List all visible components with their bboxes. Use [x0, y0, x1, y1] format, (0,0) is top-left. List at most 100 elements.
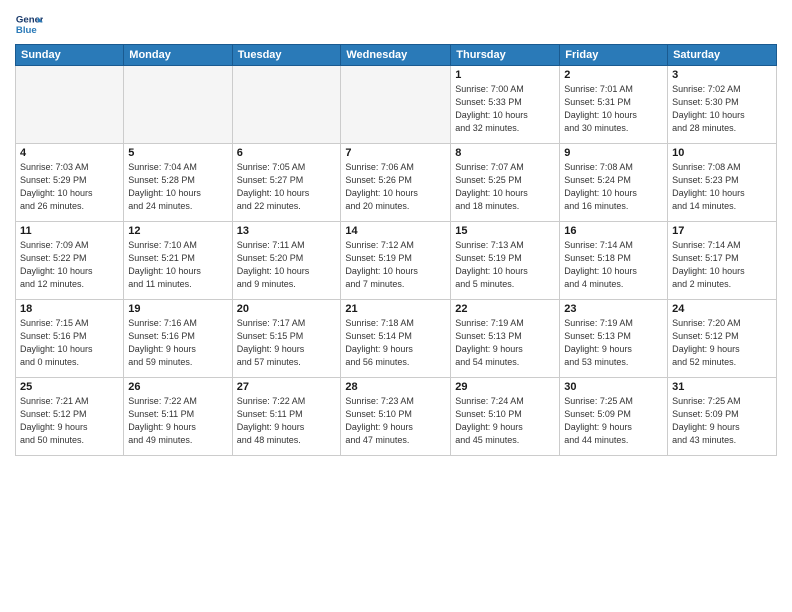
svg-text:Blue: Blue — [16, 25, 37, 36]
day-number: 27 — [237, 381, 337, 393]
day-number: 31 — [672, 381, 772, 393]
day-number: 2 — [564, 69, 663, 81]
calendar-cell: 13Sunrise: 7:11 AM Sunset: 5:20 PM Dayli… — [232, 222, 341, 300]
day-number: 15 — [455, 225, 555, 237]
day-info: Sunrise: 7:11 AM Sunset: 5:20 PM Dayligh… — [237, 239, 337, 291]
day-number: 20 — [237, 303, 337, 315]
weekday-header-monday: Monday — [124, 45, 232, 66]
day-info: Sunrise: 7:20 AM Sunset: 5:12 PM Dayligh… — [672, 317, 772, 369]
day-info: Sunrise: 7:10 AM Sunset: 5:21 PM Dayligh… — [128, 239, 227, 291]
calendar-cell: 1Sunrise: 7:00 AM Sunset: 5:33 PM Daylig… — [451, 66, 560, 144]
calendar-cell: 15Sunrise: 7:13 AM Sunset: 5:19 PM Dayli… — [451, 222, 560, 300]
day-info: Sunrise: 7:04 AM Sunset: 5:28 PM Dayligh… — [128, 161, 227, 213]
logo: General Blue — [15, 10, 47, 38]
header: General Blue — [15, 10, 777, 38]
day-info: Sunrise: 7:25 AM Sunset: 5:09 PM Dayligh… — [672, 395, 772, 447]
calendar-week-row: 4Sunrise: 7:03 AM Sunset: 5:29 PM Daylig… — [16, 144, 777, 222]
day-number: 30 — [564, 381, 663, 393]
calendar-cell: 17 Sunrise: 7:14 AM Sunset: 5:17 PM Dayli… — [668, 222, 777, 300]
weekday-header-tuesday: Tuesday — [232, 45, 341, 66]
day-number: 14 — [345, 225, 446, 237]
calendar-cell: 4Sunrise: 7:03 AM Sunset: 5:29 PM Daylig… — [16, 144, 124, 222]
day-info: Sunrise: 7:24 AM Sunset: 5:10 PM Dayligh… — [455, 395, 555, 447]
day-info: Sunrise: 7:03 AM Sunset: 5:29 PM Dayligh… — [20, 161, 119, 213]
calendar-cell — [341, 66, 451, 144]
calendar-cell: 25 Sunrise: 7:21 AM Sunset: 5:12 PM Dayli… — [16, 378, 124, 456]
calendar-week-row: 18Sunrise: 7:15 AM Sunset: 5:16 PM Dayli… — [16, 300, 777, 378]
calendar-cell: 28 Sunrise: 7:23 AM Sunset: 5:10 PM Dayli… — [341, 378, 451, 456]
calendar-cell: 12 Sunrise: 7:10 AM Sunset: 5:21 PM Dayli… — [124, 222, 232, 300]
day-info: Sunrise: 7:15 AM Sunset: 5:16 PM Dayligh… — [20, 317, 119, 369]
day-number: 28 — [345, 381, 446, 393]
logo-icon: General Blue — [15, 10, 43, 38]
day-info: Sunrise: 7:02 AM Sunset: 5:30 PM Dayligh… — [672, 83, 772, 135]
day-info: Sunrise: 7:21 AM Sunset: 5:12 PM Dayligh… — [20, 395, 119, 447]
page: General Blue SundayMondayTuesdayWednesda… — [0, 0, 792, 612]
day-info: Sunrise: 7:16 AM Sunset: 5:16 PM Dayligh… — [128, 317, 227, 369]
day-number: 8 — [455, 147, 555, 159]
day-info: Sunrise: 7:06 AM Sunset: 5:26 PM Dayligh… — [345, 161, 446, 213]
weekday-header-friday: Friday — [560, 45, 668, 66]
day-info: Sunrise: 7:25 AM Sunset: 5:09 PM Dayligh… — [564, 395, 663, 447]
calendar-cell — [124, 66, 232, 144]
calendar-cell: 10 Sunrise: 7:08 AM Sunset: 5:23 PM Dayli… — [668, 144, 777, 222]
calendar-cell: 21 Sunrise: 7:18 AM Sunset: 5:14 PM Dayli… — [341, 300, 451, 378]
day-number: 12 — [128, 225, 227, 237]
calendar-cell: 22Sunrise: 7:19 AM Sunset: 5:13 PM Dayli… — [451, 300, 560, 378]
day-number: 16 — [564, 225, 663, 237]
day-number: 25 — [20, 381, 119, 393]
day-info: Sunrise: 7:17 AM Sunset: 5:15 PM Dayligh… — [237, 317, 337, 369]
day-info: Sunrise: 7:23 AM Sunset: 5:10 PM Dayligh… — [345, 395, 446, 447]
day-number: 11 — [20, 225, 119, 237]
day-info: Sunrise: 7:22 AM Sunset: 5:11 PM Dayligh… — [128, 395, 227, 447]
weekday-header-wednesday: Wednesday — [341, 45, 451, 66]
calendar-cell: 18Sunrise: 7:15 AM Sunset: 5:16 PM Dayli… — [16, 300, 124, 378]
day-info: Sunrise: 7:18 AM Sunset: 5:14 PM Dayligh… — [345, 317, 446, 369]
day-info: Sunrise: 7:19 AM Sunset: 5:13 PM Dayligh… — [564, 317, 663, 369]
day-number: 23 — [564, 303, 663, 315]
calendar-cell: 5 Sunrise: 7:04 AM Sunset: 5:28 PM Daylig… — [124, 144, 232, 222]
calendar-cell: 31 Sunrise: 7:25 AM Sunset: 5:09 PM Dayli… — [668, 378, 777, 456]
weekday-header-saturday: Saturday — [668, 45, 777, 66]
day-info: Sunrise: 7:01 AM Sunset: 5:31 PM Dayligh… — [564, 83, 663, 135]
calendar-cell: 26 Sunrise: 7:22 AM Sunset: 5:11 PM Dayli… — [124, 378, 232, 456]
day-info: Sunrise: 7:09 AM Sunset: 5:22 PM Dayligh… — [20, 239, 119, 291]
day-number: 10 — [672, 147, 772, 159]
calendar-cell: 30 Sunrise: 7:25 AM Sunset: 5:09 PM Dayli… — [560, 378, 668, 456]
calendar-week-row: 11 Sunrise: 7:09 AM Sunset: 5:22 PM Dayli… — [16, 222, 777, 300]
calendar-cell: 7 Sunrise: 7:06 AM Sunset: 5:26 PM Daylig… — [341, 144, 451, 222]
day-info: Sunrise: 7:19 AM Sunset: 5:13 PM Dayligh… — [455, 317, 555, 369]
day-info: Sunrise: 7:14 AM Sunset: 5:17 PM Dayligh… — [672, 239, 772, 291]
calendar-week-row: 1Sunrise: 7:00 AM Sunset: 5:33 PM Daylig… — [16, 66, 777, 144]
day-info: Sunrise: 7:14 AM Sunset: 5:18 PM Dayligh… — [564, 239, 663, 291]
weekday-header-sunday: Sunday — [16, 45, 124, 66]
day-number: 9 — [564, 147, 663, 159]
calendar-cell: 16 Sunrise: 7:14 AM Sunset: 5:18 PM Dayli… — [560, 222, 668, 300]
calendar-cell — [16, 66, 124, 144]
calendar-cell: 8 Sunrise: 7:07 AM Sunset: 5:25 PM Daylig… — [451, 144, 560, 222]
calendar-table: SundayMondayTuesdayWednesdayThursdayFrid… — [15, 44, 777, 456]
calendar-cell: 23 Sunrise: 7:19 AM Sunset: 5:13 PM Dayli… — [560, 300, 668, 378]
day-info: Sunrise: 7:07 AM Sunset: 5:25 PM Dayligh… — [455, 161, 555, 213]
day-number: 6 — [237, 147, 337, 159]
day-number: 29 — [455, 381, 555, 393]
day-number: 7 — [345, 147, 446, 159]
day-number: 17 — [672, 225, 772, 237]
calendar-cell: 2 Sunrise: 7:01 AM Sunset: 5:31 PM Daylig… — [560, 66, 668, 144]
day-number: 26 — [128, 381, 227, 393]
day-info: Sunrise: 7:12 AM Sunset: 5:19 PM Dayligh… — [345, 239, 446, 291]
calendar-cell: 19Sunrise: 7:16 AM Sunset: 5:16 PM Dayli… — [124, 300, 232, 378]
calendar-cell — [232, 66, 341, 144]
day-info: Sunrise: 7:08 AM Sunset: 5:24 PM Dayligh… — [564, 161, 663, 213]
calendar-cell: 3 Sunrise: 7:02 AM Sunset: 5:30 PM Daylig… — [668, 66, 777, 144]
day-info: Sunrise: 7:08 AM Sunset: 5:23 PM Dayligh… — [672, 161, 772, 213]
day-number: 3 — [672, 69, 772, 81]
day-number: 24 — [672, 303, 772, 315]
calendar-cell: 27Sunrise: 7:22 AM Sunset: 5:11 PM Dayli… — [232, 378, 341, 456]
calendar-cell: 14 Sunrise: 7:12 AM Sunset: 5:19 PM Dayli… — [341, 222, 451, 300]
day-info: Sunrise: 7:05 AM Sunset: 5:27 PM Dayligh… — [237, 161, 337, 213]
day-number: 21 — [345, 303, 446, 315]
day-number: 5 — [128, 147, 227, 159]
calendar-week-row: 25 Sunrise: 7:21 AM Sunset: 5:12 PM Dayli… — [16, 378, 777, 456]
calendar-cell: 6 Sunrise: 7:05 AM Sunset: 5:27 PM Daylig… — [232, 144, 341, 222]
